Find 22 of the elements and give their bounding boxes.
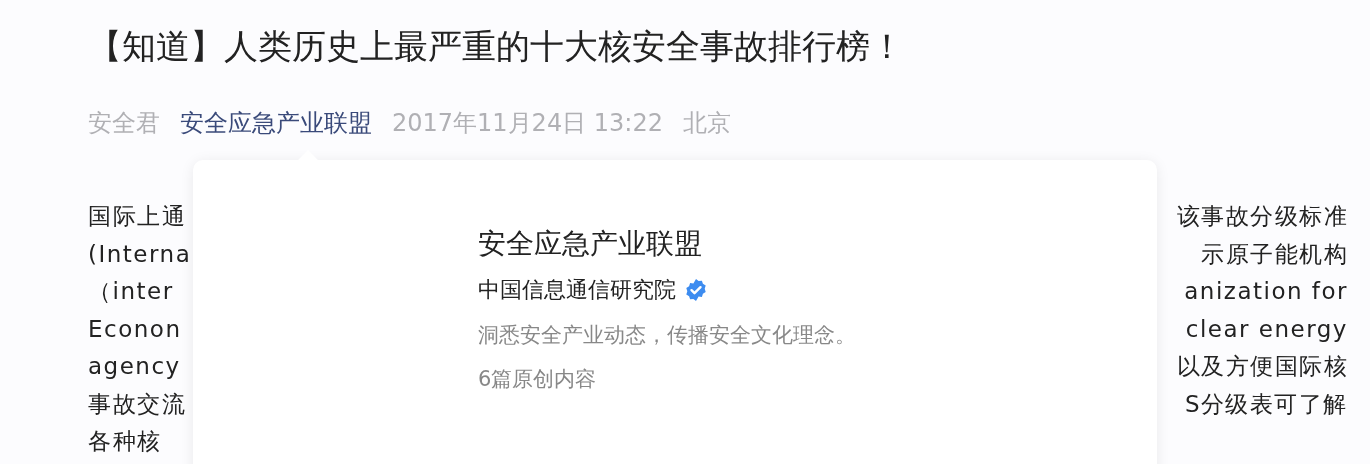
body-text: anization for [1184,277,1348,306]
body-text: Econon [88,314,182,344]
body-text: S分级表可了解 [1184,389,1348,419]
account-name: 安全应急产业联盟 [478,226,703,262]
author-name: 安全君 [88,108,160,139]
organization-name: 中国信息通信研究院 [478,276,676,304]
body-text: clear energy [1185,314,1348,344]
publish-date: 2017年11月24日 13:22 [392,108,663,139]
body-text: 事故交流 [88,389,186,419]
body-text: （inter [88,277,174,306]
body-text: 各种核 [88,427,162,456]
article-title: 【知道】人类历史上最严重的十大核安全事故排行榜！ [88,25,904,68]
body-text: (Interna [88,239,192,269]
account-description: 洞悉安全产业动态，传播安全文化理念。 [478,322,856,349]
location-text: 北京 [682,108,731,139]
account-link[interactable]: 安全应急产业联盟 [180,106,372,140]
body-text: agency [88,352,181,381]
original-count: 6篇原创内容 [478,366,598,393]
body-text: 以及方便国际核 [1176,352,1348,381]
body-text: 国际上通 [88,202,186,231]
body-text: 示原子能机构 [1201,239,1348,269]
body-text: 该事故分级标准 [1176,202,1348,231]
